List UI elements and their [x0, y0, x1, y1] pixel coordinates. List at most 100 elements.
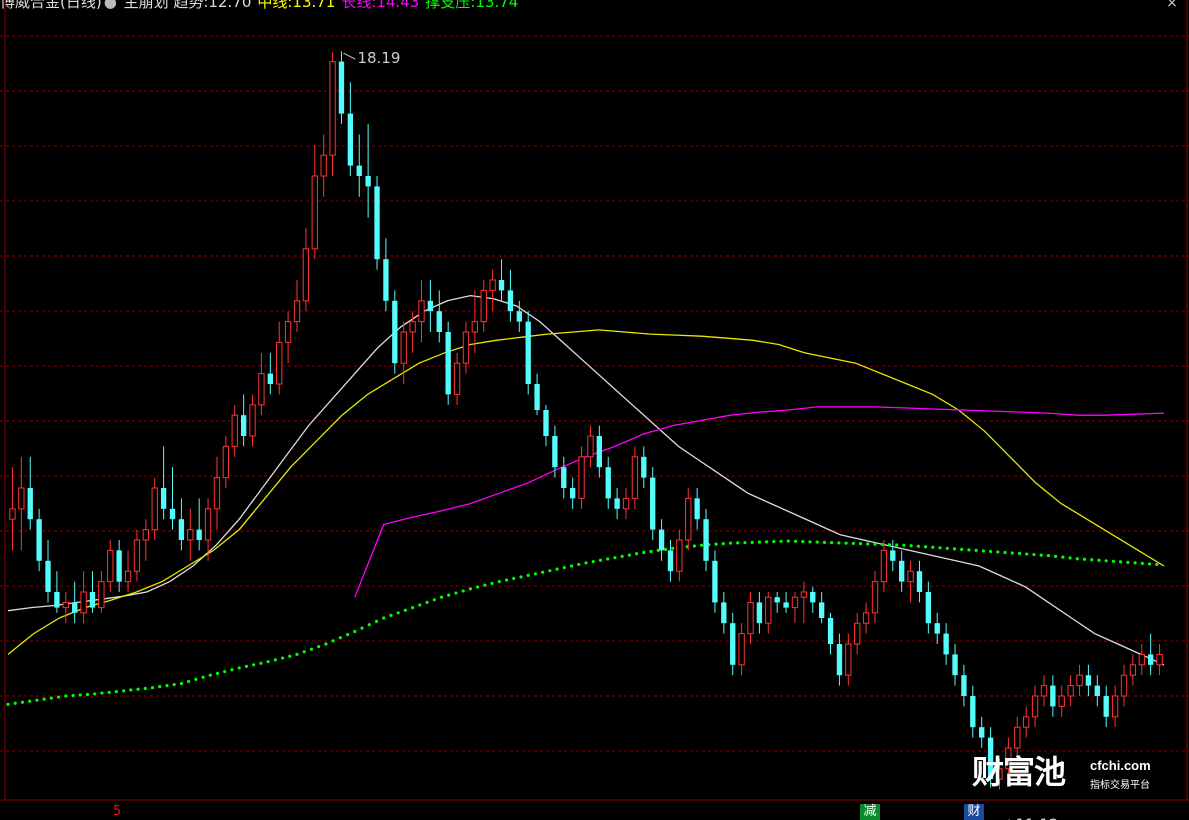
support-dot: [627, 553, 631, 557]
support-dot: [916, 544, 920, 548]
support-dot: [851, 541, 855, 545]
support-dot: [779, 539, 783, 543]
candle-body: [907, 570, 914, 583]
candle: [622, 488, 630, 520]
candle: [1040, 675, 1048, 707]
candle: [827, 612, 834, 655]
candle-body: [1031, 695, 1039, 718]
candle: [569, 477, 576, 509]
candle: [445, 321, 451, 405]
candle-body: [827, 618, 834, 644]
candle-body: [151, 487, 158, 531]
support-dot: [887, 543, 892, 547]
candle-body: [62, 601, 69, 609]
candle-body: [400, 331, 407, 364]
candle-body: [578, 456, 585, 499]
candle: [756, 592, 763, 634]
support-dot: [468, 587, 472, 591]
indicator-lines: [6, 294, 1165, 706]
support-dot: [324, 642, 328, 646]
candle-body: [36, 519, 42, 561]
support-dot: [374, 619, 379, 623]
support-dot: [671, 546, 675, 550]
support-dot: [555, 567, 559, 571]
support-dot: [830, 541, 834, 545]
candle: [774, 592, 780, 613]
support-dot: [418, 603, 422, 607]
candle-body: [818, 602, 825, 618]
support-dot: [42, 697, 46, 701]
support-dot: [432, 598, 436, 602]
candle: [1111, 685, 1119, 728]
candle-body: [178, 519, 185, 540]
candle: [187, 508, 194, 561]
support-dot: [577, 562, 581, 567]
support-dot: [497, 580, 501, 584]
candle: [89, 571, 96, 613]
candle: [356, 134, 362, 197]
candle-body: [453, 362, 461, 395]
support-dot: [728, 541, 733, 545]
support-dot: [837, 541, 841, 545]
support-dot: [150, 686, 155, 690]
candle: [871, 571, 879, 624]
support-dot: [454, 591, 458, 595]
support-dot: [114, 689, 118, 694]
support-dot: [78, 693, 82, 697]
signal-marker-5[interactable]: 5: [107, 804, 127, 820]
candle-body: [925, 592, 932, 624]
support-dot: [793, 539, 798, 543]
candle-body: [471, 321, 479, 333]
support-dot: [331, 639, 335, 643]
candle-body: [756, 602, 763, 624]
support-dot: [100, 691, 104, 695]
candle: [427, 280, 434, 332]
candle-body: [45, 560, 51, 592]
candle: [747, 592, 754, 644]
support-dot: [215, 671, 220, 675]
support-dot: [801, 539, 805, 544]
watermark-logo: 财富池: [972, 753, 1066, 791]
candle: [276, 321, 283, 395]
signal-marker-cai[interactable]: 财: [964, 804, 984, 820]
support-dot: [85, 692, 90, 697]
support-dot: [425, 600, 429, 605]
support-dot: [252, 663, 256, 667]
candle-body: [249, 404, 256, 437]
support-dot: [866, 542, 870, 546]
support-dot: [158, 685, 162, 689]
candle-body: [979, 727, 985, 738]
support-dot: [295, 652, 299, 657]
candle-body: [1050, 685, 1056, 707]
candle-body: [658, 529, 665, 551]
candle-body: [142, 529, 149, 541]
line-趋势: [7, 294, 1165, 666]
candle-body: [27, 488, 33, 520]
support-dot: [1090, 558, 1094, 562]
candle: [880, 540, 888, 592]
candle-body: [98, 581, 105, 609]
candle-body: [187, 529, 194, 541]
support-dot: [931, 545, 935, 549]
low-label: 11.12: [1015, 816, 1058, 820]
candle-body: [480, 289, 487, 323]
signal-marker-reduce[interactable]: 减: [860, 804, 880, 820]
candle-body: [392, 300, 398, 364]
support-dot: [353, 629, 357, 634]
support-dot: [223, 669, 227, 674]
candle-body: [1076, 674, 1083, 687]
candle: [712, 550, 718, 613]
candle: [293, 280, 301, 332]
support-dot: [512, 576, 516, 581]
candle: [498, 259, 505, 301]
line-长线: [354, 406, 1165, 598]
candle: [685, 488, 692, 551]
candle-body: [1094, 685, 1100, 696]
support-dot: [1155, 562, 1159, 567]
support-dot: [786, 539, 790, 543]
support-dot: [822, 540, 827, 544]
candle: [899, 550, 905, 592]
candle-body: [169, 508, 176, 520]
candle-body: [498, 280, 505, 291]
support-dot: [923, 545, 928, 549]
